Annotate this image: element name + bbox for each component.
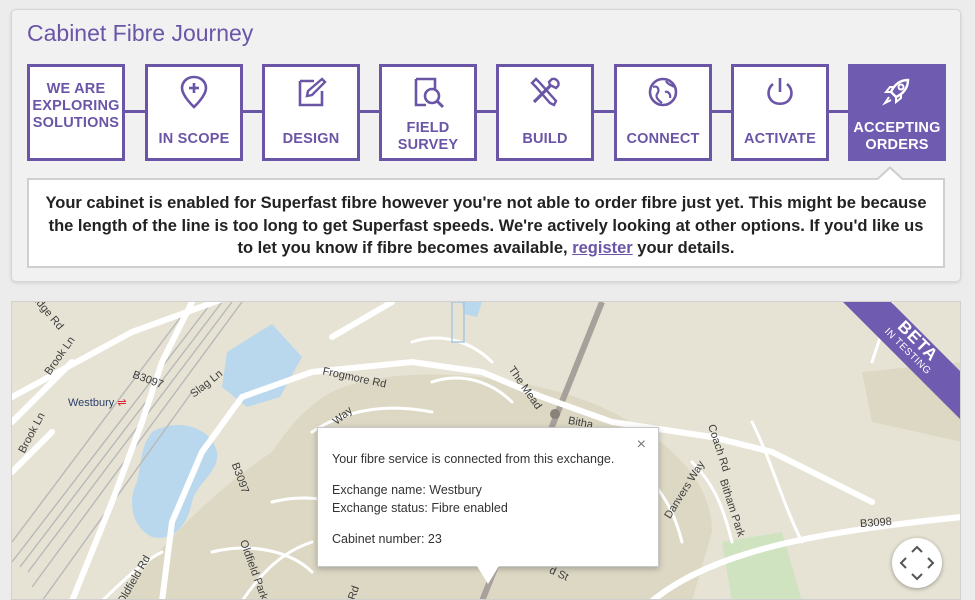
status-message: Your cabinet is enabled for Superfast fi… [27, 178, 945, 268]
map-label: B3098 [859, 515, 893, 531]
panel-title: Cabinet Fibre Journey [27, 20, 254, 46]
rocket-icon [882, 78, 910, 106]
step-exploring-solutions: WE ARE EXPLORING SOLUTIONS [27, 64, 125, 161]
message-caret-inner [878, 169, 902, 180]
step-field-survey: FIELD SURVEY [379, 64, 477, 161]
popup-tail [477, 566, 499, 584]
step-design: DESIGN [262, 64, 360, 161]
pencil-icon [298, 77, 327, 107]
popup-cabinet-number: Cabinet number: 23 [332, 532, 442, 546]
pan-arrows-icon [899, 545, 935, 581]
magnifier-document-icon [414, 77, 445, 109]
step-in-scope: IN SCOPE [145, 64, 243, 161]
popup-exchange-name: Exchange name: Westbury [332, 483, 482, 497]
step-label: ACCEPTING ORDERS [853, 120, 941, 153]
step-label: WE ARE EXPLORING SOLUTIONS [32, 81, 120, 131]
step-build: BUILD [496, 64, 594, 161]
location-plus-icon [180, 75, 208, 109]
exchange-popup: × Your fibre service is connected from t… [317, 427, 659, 567]
register-link[interactable]: register [572, 239, 633, 257]
globe-icon [648, 77, 678, 107]
step-label: DESIGN [282, 131, 340, 147]
power-icon [767, 78, 793, 106]
step-label: ACTIVATE [744, 131, 816, 147]
step-accepting-orders: ACCEPTING ORDERS [848, 64, 946, 161]
message-text-end: your details. [632, 239, 735, 257]
step-label: BUILD [522, 131, 568, 147]
close-icon[interactable]: × [637, 436, 646, 454]
map-pan-control[interactable] [892, 538, 942, 588]
step-connect: CONNECT [614, 64, 712, 161]
step-activate: ACTIVATE [731, 64, 829, 161]
tools-icon [530, 77, 560, 107]
message-text: Your cabinet is enabled for Superfast fi… [45, 194, 927, 257]
rail-station-icon: ⇌ [117, 397, 127, 409]
step-label: FIELD SURVEY [397, 120, 459, 153]
popup-intro: Your fibre service is connected from thi… [332, 452, 615, 466]
map-view[interactable]: idge Rd Brook Ln Brook Ln B3097 B3097 We… [11, 301, 961, 600]
step-label: IN SCOPE [158, 131, 230, 147]
map-label-westbury: Westbury ⇌ [68, 397, 127, 409]
popup-exchange-status: Exchange status: Fibre enabled [332, 501, 508, 515]
step-label: CONNECT [626, 131, 700, 147]
journey-panel: Cabinet Fibre Journey WE ARE EXPLORING S… [11, 9, 961, 282]
